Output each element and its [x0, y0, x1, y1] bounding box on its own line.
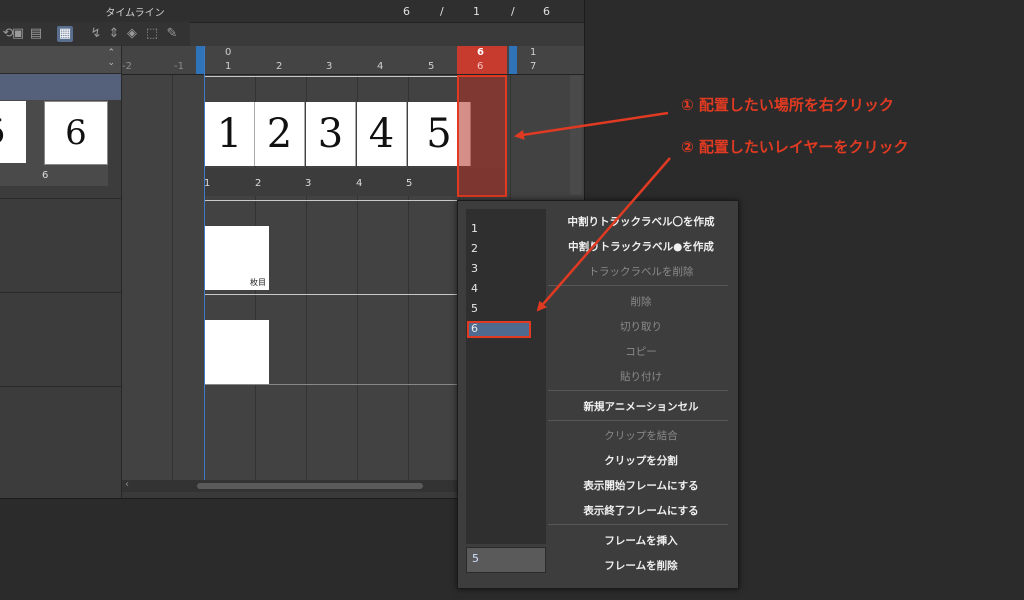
menu-item-create-label-filled[interactable]: 中割りトラックラベル●を作成	[548, 239, 734, 254]
thumbnail: 5	[0, 101, 26, 163]
context-menu: 1 2 3 4 5 6 5 中割りトラックラベル〇を作成 中割りトラックラベル●…	[457, 200, 739, 589]
menu-item-delete-frame[interactable]: フレームを削除	[548, 558, 734, 573]
frame-cel[interactable]: 2	[255, 102, 305, 166]
layer-item-selected[interactable]: 6	[471, 322, 478, 335]
menu-item-set-end-frame[interactable]: 表示終了フレームにする	[548, 503, 734, 518]
timeline-toolbar: ⟲ ▣ ▤ ▦ ↯ ⇕ ◈ ⬚ ✎	[0, 22, 190, 46]
playhead[interactable]	[204, 46, 205, 480]
menu-item-paste[interactable]: 貼り付け	[548, 369, 734, 384]
thumbnail: 6	[44, 101, 108, 165]
layer-number-input[interactable]: 5	[466, 547, 546, 573]
ruler-label: 6	[477, 61, 484, 72]
end-frame[interactable]: 6	[543, 5, 550, 18]
frame-label: 5	[406, 178, 413, 189]
divider	[0, 198, 121, 199]
layer-item[interactable]: 3	[471, 262, 478, 275]
thumbnail-label: 6	[42, 170, 49, 181]
start-frame[interactable]: 1	[473, 5, 480, 18]
ruler-label: 7	[530, 61, 537, 72]
start-marker[interactable]	[196, 46, 204, 74]
pen-icon[interactable]: ✎	[164, 26, 180, 42]
layer-selector[interactable]: ⌃ ⌄	[0, 46, 121, 74]
timeline-titlebar: タイムライン 6 / 1 / 6	[0, 0, 584, 23]
menu-item-split-clip[interactable]: クリップを分割	[548, 453, 734, 468]
frame-cel[interactable]: 3	[306, 102, 356, 166]
menu-separator	[548, 285, 728, 286]
layer-thumbnails: 5 6 6	[0, 100, 108, 186]
highlighted-frame-cell[interactable]	[457, 75, 507, 197]
menu-item-delete-label[interactable]: トラックラベルを削除	[548, 264, 734, 279]
ruler-label: 3	[326, 61, 333, 72]
layer-item[interactable]: 4	[471, 282, 478, 295]
menu-separator	[548, 390, 728, 391]
ruler-label: 2	[276, 61, 283, 72]
frame-cel[interactable]: 4	[357, 102, 407, 166]
menu-item-set-start-frame[interactable]: 表示開始フレームにする	[548, 478, 734, 493]
selected-layer-row[interactable]	[0, 74, 121, 100]
cel-tool-icon[interactable]: ↯	[88, 26, 104, 42]
ruler-label: 1	[225, 61, 232, 72]
highlighted-frame-header[interactable]: 6 6	[457, 46, 507, 74]
layer-item[interactable]: 1	[471, 222, 478, 235]
menu-item-delete[interactable]: 削除	[548, 294, 734, 309]
ruler-label: -1	[174, 61, 184, 72]
divider	[0, 292, 121, 293]
ruler-label: 1	[530, 47, 537, 58]
menu-item-copy[interactable]: コピー	[548, 344, 734, 359]
ruler-label: 4	[377, 61, 384, 72]
chevron-left-icon[interactable]: ‹	[125, 479, 129, 490]
cel-specify-icon[interactable]: ◈	[124, 26, 140, 42]
frame-separator: /	[511, 5, 515, 18]
frame-label: 3	[305, 178, 312, 189]
ruler-label: -2	[122, 61, 132, 72]
menu-item-insert-frame[interactable]: フレームを挿入	[548, 533, 734, 548]
divider	[0, 386, 121, 387]
frame-cel[interactable]: 1	[205, 102, 255, 166]
layer-cel[interactable]: 枚目	[205, 226, 269, 290]
vertical-scrollbar[interactable]	[570, 75, 582, 195]
menu-item-new-cel[interactable]: 新規アニメーションセル	[548, 399, 734, 414]
chevron-updown-icon[interactable]: ⌃ ⌄	[107, 48, 115, 68]
layer-cel[interactable]	[205, 320, 269, 384]
end-marker[interactable]	[509, 46, 517, 74]
layer-list: 1 2 3 4 5 6	[466, 209, 546, 544]
ruler-label: 6	[477, 47, 484, 58]
layer-sync-icon[interactable]: ▤	[28, 26, 44, 42]
onion-skin-icon[interactable]: ▣	[10, 26, 26, 42]
ruler-label: 5	[428, 61, 435, 72]
menu-item-cut[interactable]: 切り取り	[548, 319, 734, 334]
frame-label: 2	[255, 178, 262, 189]
new-cel-icon[interactable]: ⬚	[144, 26, 160, 42]
ruler-label: 0	[225, 47, 232, 58]
enable-cel-icon[interactable]: ▦	[57, 26, 73, 42]
frame-separator: /	[440, 5, 444, 18]
layer-item[interactable]: 2	[471, 242, 478, 255]
annotation-step1: ① 配置したい場所を右クリック	[681, 96, 894, 114]
menu-separator	[548, 524, 728, 525]
layer-column: ⌃⌄ 5 6 6	[0, 46, 122, 498]
current-frame[interactable]: 6	[403, 5, 410, 18]
cel-caption: 枚目	[250, 278, 266, 287]
timeline-title: タイムライン	[105, 8, 165, 19]
layer-item[interactable]: 5	[471, 302, 478, 315]
scroll-thumb[interactable]	[197, 483, 423, 489]
frame-label: 4	[356, 178, 363, 189]
menu-separator	[548, 420, 728, 421]
stepper-icon[interactable]: ⇕	[106, 26, 122, 42]
menu-item-merge-clip[interactable]: クリップを結合	[548, 428, 734, 443]
menu-item-create-label-open[interactable]: 中割りトラックラベル〇を作成	[548, 214, 734, 229]
annotation-step2: ② 配置したいレイヤーをクリック	[681, 138, 909, 156]
